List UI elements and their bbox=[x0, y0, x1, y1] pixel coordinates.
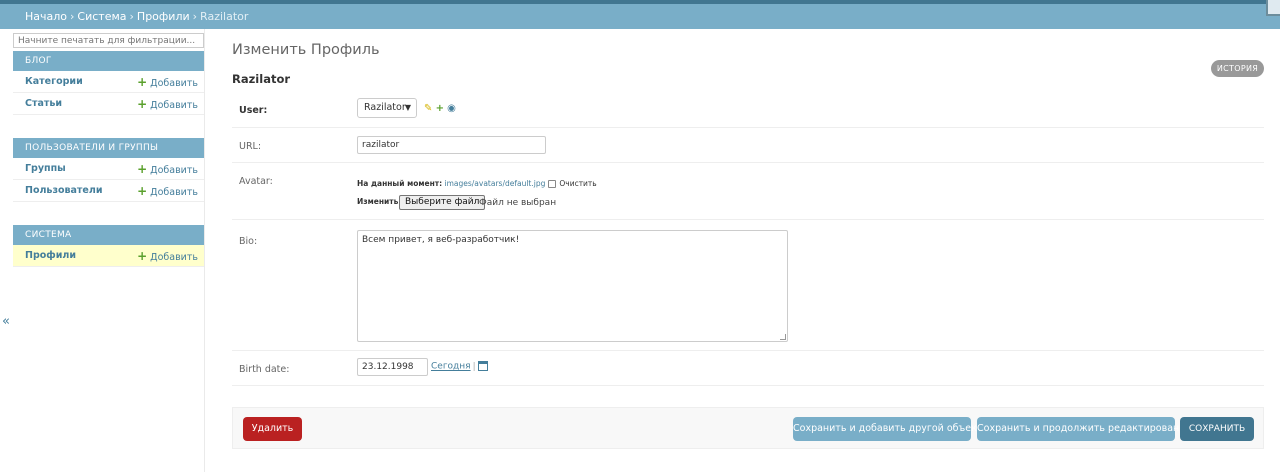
bio-value: Всем привет, я веб-разработчик! bbox=[362, 235, 520, 245]
page-title: Изменить Профиль bbox=[232, 42, 380, 58]
module-system: Система Профили + Добавить bbox=[13, 225, 204, 267]
avatar-label: Avatar: bbox=[239, 176, 273, 187]
resize-grip-icon[interactable] bbox=[780, 334, 786, 340]
related-actions: ✎ + ◉ bbox=[424, 103, 456, 114]
module-blog: Блог Категории + Добавить Статьи + Добавит… bbox=[13, 51, 204, 115]
eye-icon[interactable]: ◉ bbox=[447, 103, 456, 114]
breadcrumb-system[interactable]: Система bbox=[77, 10, 126, 23]
breadcrumb-home[interactable]: Начало bbox=[25, 10, 67, 23]
sidebar-item-profiles[interactable]: Профили + Добавить bbox=[13, 245, 204, 267]
add-label: Добавить bbox=[150, 100, 198, 111]
sidebar-item-users[interactable]: Пользователи + Добавить bbox=[13, 180, 204, 202]
url-input[interactable]: razilator bbox=[357, 136, 546, 154]
module-header-users-groups[interactable]: Пользователи и группы bbox=[13, 138, 204, 158]
save-add-another-button[interactable]: Сохранить и добавить другой объект bbox=[793, 417, 982, 441]
breadcrumb: Начало › Система › Профили › Razilator bbox=[0, 4, 1280, 29]
pencil-icon[interactable]: ✎ bbox=[424, 103, 432, 114]
date-shortcuts: Сегодня | bbox=[431, 361, 488, 372]
collapse-sidebar-icon[interactable]: « bbox=[2, 314, 10, 329]
breadcrumb-current: Razilator bbox=[200, 10, 249, 23]
bio-label: Bio: bbox=[239, 236, 258, 247]
breadcrumb-separator: › bbox=[70, 10, 75, 23]
module-users-groups: Пользователи и группы Группы + Добавить П… bbox=[13, 138, 204, 202]
module-header-system[interactable]: Система bbox=[13, 225, 204, 245]
user-select-value: Razilator bbox=[364, 102, 406, 113]
avatar-current-link[interactable]: images/avatars/default.jpg bbox=[445, 179, 546, 188]
breadcrumb-separator: › bbox=[129, 10, 134, 23]
sidebar-item-groups[interactable]: Группы + Добавить bbox=[13, 158, 204, 180]
today-link[interactable]: Сегодня bbox=[431, 362, 471, 372]
add-articles-link[interactable]: + Добавить bbox=[137, 93, 198, 117]
form-row-bio: Bio: Всем привет, я веб-разработчик! bbox=[232, 220, 1264, 351]
no-file-text: Файл не выбран bbox=[479, 198, 557, 208]
add-label: Добавить bbox=[150, 252, 198, 263]
form-row-birth-date: Birth date: 23.12.1998 Сегодня | bbox=[232, 351, 1264, 386]
plus-icon: + bbox=[137, 249, 148, 263]
form-row-user: User: Razilator ▼ ✎ + ◉ bbox=[232, 91, 1264, 128]
avatar-current: На данный момент: images/avatars/default… bbox=[357, 179, 597, 188]
breadcrumb-profiles[interactable]: Профили bbox=[137, 10, 190, 23]
add-label: Добавить bbox=[150, 78, 198, 89]
birth-date-label: Birth date: bbox=[239, 364, 290, 375]
add-users-link[interactable]: + Добавить bbox=[137, 180, 198, 204]
object-title: Razilator bbox=[232, 72, 291, 86]
plus-icon: + bbox=[137, 97, 148, 111]
add-label: Добавить bbox=[150, 187, 198, 198]
module-header-blog[interactable]: Блог bbox=[13, 51, 204, 71]
sidebar-item-label[interactable]: Статьи bbox=[25, 93, 62, 115]
save-continue-button[interactable]: Сохранить и продолжить редактирование bbox=[977, 417, 1191, 441]
plus-icon: + bbox=[137, 75, 148, 89]
avatar-clear-label: Очистить bbox=[559, 179, 597, 188]
avatar-clear-checkbox[interactable] bbox=[548, 180, 557, 188]
bio-textarea[interactable]: Всем привет, я веб-разработчик! bbox=[357, 230, 788, 342]
toggle-theme-icon[interactable] bbox=[1266, 0, 1280, 16]
nav-filter-input[interactable] bbox=[13, 33, 204, 48]
url-label: URL: bbox=[239, 141, 262, 152]
form-row-avatar: Avatar: На данный момент: images/avatars… bbox=[232, 163, 1264, 220]
add-categories-link[interactable]: + Добавить bbox=[137, 71, 198, 95]
sidebar-item-label[interactable]: Категории bbox=[25, 71, 83, 93]
sidebar-item-articles[interactable]: Статьи + Добавить bbox=[13, 93, 204, 115]
breadcrumb-separator: › bbox=[192, 10, 198, 23]
save-button[interactable]: Сохранить bbox=[1180, 417, 1254, 441]
avatar-current-label: На данный момент: bbox=[357, 179, 443, 188]
date-shortcut-separator: | bbox=[472, 361, 476, 372]
plus-icon: + bbox=[137, 184, 148, 198]
add-profiles-link[interactable]: + Добавить bbox=[137, 245, 198, 269]
plus-icon[interactable]: + bbox=[436, 103, 444, 114]
calendar-icon[interactable] bbox=[477, 361, 488, 371]
add-label: Добавить bbox=[150, 165, 198, 176]
birth-date-input[interactable]: 23.12.1998 bbox=[357, 358, 428, 376]
user-select[interactable]: Razilator ▼ bbox=[357, 98, 417, 118]
history-button[interactable]: История bbox=[1211, 60, 1264, 77]
plus-icon: + bbox=[137, 162, 148, 176]
submit-row: Удалить Сохранить и добавить другой объе… bbox=[232, 407, 1264, 449]
sidebar-item-label[interactable]: Пользователи bbox=[25, 180, 102, 202]
sidebar: Блог Категории +Добавить Статьи +Добавит… bbox=[13, 29, 205, 472]
form-row-url: URL: razilator bbox=[232, 128, 1264, 163]
sidebar-item-categories[interactable]: Категории + Добавить bbox=[13, 71, 204, 93]
avatar-change-label: Изменить: bbox=[357, 197, 402, 206]
choose-file-button[interactable]: Выберите файл bbox=[399, 195, 486, 210]
sidebar-item-label[interactable]: Группы bbox=[25, 158, 66, 180]
sidebar-item-label[interactable]: Профили bbox=[25, 245, 76, 267]
user-label: User: bbox=[239, 105, 268, 116]
chevron-down-icon: ▼ bbox=[404, 103, 411, 112]
add-groups-link[interactable]: + Добавить bbox=[137, 158, 198, 182]
delete-button[interactable]: Удалить bbox=[243, 417, 302, 441]
